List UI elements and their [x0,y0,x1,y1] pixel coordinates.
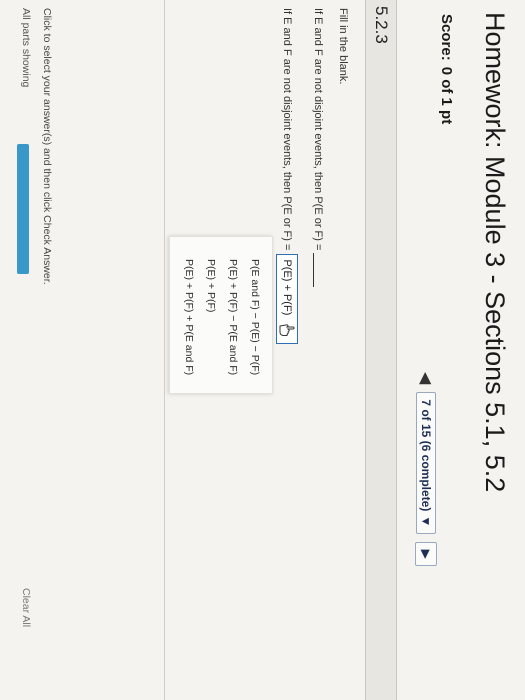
answer-blank [313,253,314,288]
question-selector[interactable]: 7 of 15 (6 complete) ▼ [416,392,436,535]
next-arrow-icon: ▶ [419,549,433,559]
parts-progress-bar [17,144,29,274]
parts-status: All parts showing [20,8,32,88]
question-number: 5.2.3 [372,6,391,44]
question-counter: 7 of 15 (6 complete) [419,399,433,512]
score-value: 0 of 1 pt [438,66,456,125]
parts-progress-fill [17,144,29,274]
divider [164,0,165,700]
score-label: Score: [438,14,456,61]
answer-option[interactable]: P(E) + P(F) [200,255,222,375]
answer-row: If E and F are not disjoint events, then… [276,8,298,345]
homework-page: Homework: Module 3 - Sections 5.1, 5.2 S… [0,0,525,700]
previous-question-icon[interactable]: ◀ [416,372,436,384]
question-prompt-text: If E and F are not disjoint events, then… [312,8,324,251]
answer-prefix: If E and F are not disjoint events, then… [281,8,293,251]
clear-all-button[interactable]: Clear All [20,588,32,627]
question-header: 5.2.3 [365,0,397,700]
score: Score: 0 of 1 pt [429,0,465,700]
instruction-hint: Click to select your answer(s) and then … [41,8,53,285]
answer-options-menu: P(E and F) − P(E) − P(F) P(E) + P(F) − P… [169,236,273,395]
answer-dropdown[interactable]: P(E) + P(F) [276,254,298,345]
answer-option[interactable]: P(E) + P(F) − P(E and F) [222,255,244,375]
selected-answer: P(E) + P(F) [281,259,293,316]
answer-option[interactable]: P(E) + P(F) + P(E and F) [178,255,200,375]
answer-option[interactable]: P(E and F) − P(E) − P(F) [244,255,266,375]
instruction-text: Fill in the blank. [337,8,349,85]
question-prompt: If E and F are not disjoint events, then… [312,8,324,288]
question-navigation: ◀ 7 of 15 (6 complete) ▼ ▶ [415,372,437,567]
hand-pointer-icon [279,324,295,337]
next-question-button[interactable]: ▶ [415,542,437,567]
chevron-down-icon: ▼ [419,515,433,528]
page-title: Homework: Module 3 - Sections 5.1, 5.2 [480,12,510,493]
